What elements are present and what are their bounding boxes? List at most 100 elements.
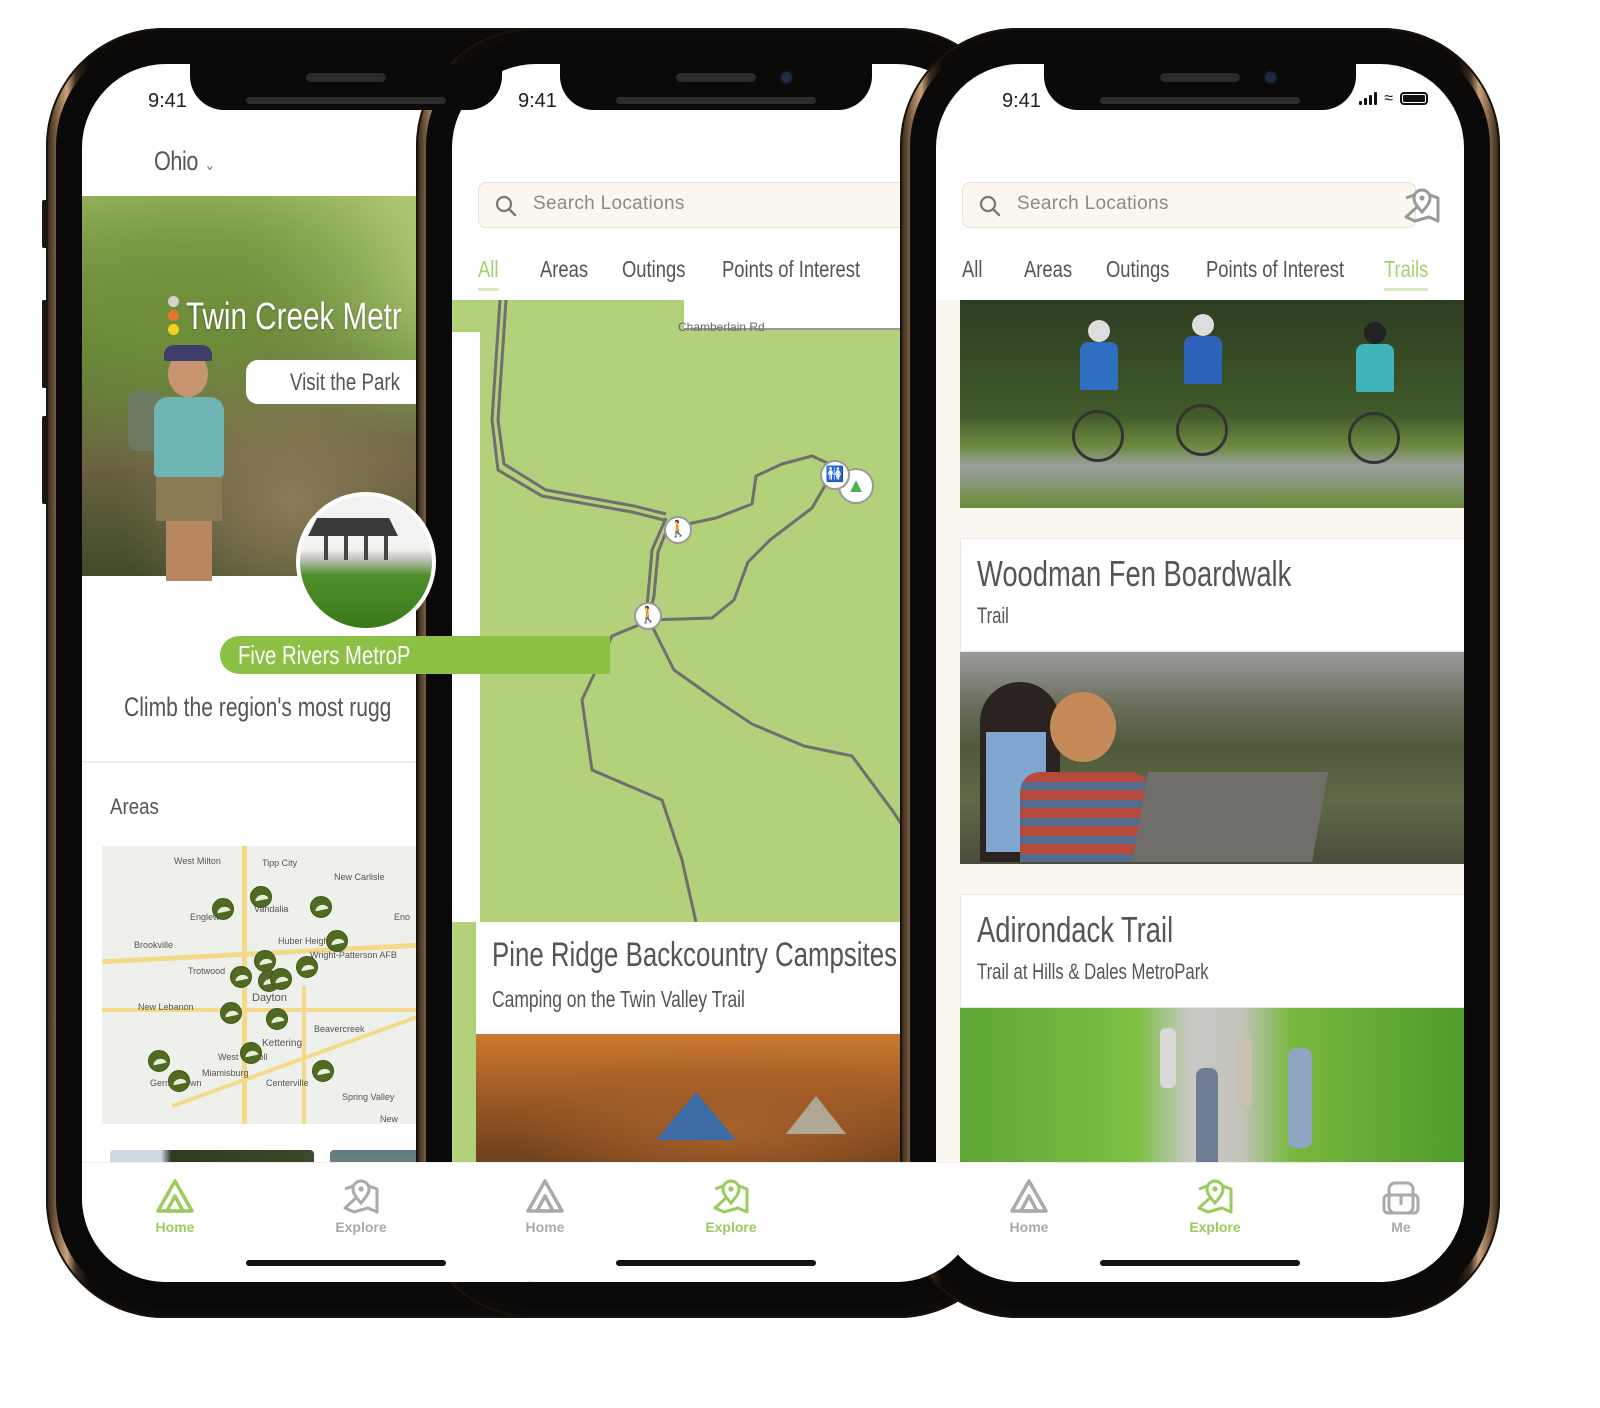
- tab-me[interactable]: Me: [1356, 1177, 1446, 1235]
- cyclists-photo[interactable]: [960, 300, 1464, 508]
- location-subtitle: Camping on the Twin Valley Trail: [492, 986, 745, 1012]
- filter-tab-outings[interactable]: Outings: [622, 256, 685, 283]
- tab-label: Me: [1391, 1219, 1411, 1235]
- visit-park-label: Visit the Park: [290, 369, 400, 396]
- search-placeholder: Search Locations: [1017, 193, 1169, 214]
- park-pin-icon[interactable]: [240, 1042, 262, 1064]
- filter-tab-areas[interactable]: Areas: [540, 256, 588, 283]
- trail-card[interactable]: Adirondack Trail Trail at Hills & Dales …: [960, 894, 1464, 1008]
- park-pin-icon[interactable]: [296, 956, 318, 978]
- filter-tab-trails[interactable]: Trails: [1384, 256, 1429, 291]
- map-label: New Lebanon: [138, 1002, 194, 1012]
- tab-home[interactable]: Home: [130, 1177, 220, 1235]
- map-label: Spring Valley: [342, 1092, 395, 1102]
- home-indicator: [616, 1260, 816, 1266]
- tab-label: Explore: [1189, 1219, 1241, 1235]
- park-pin-icon[interactable]: [326, 930, 348, 952]
- filter-tab-points-of-interest[interactable]: Points of Interest: [1206, 256, 1344, 283]
- trail-title: Adirondack Trail: [977, 909, 1174, 950]
- trail-title: Woodman Fen Boardwalk: [977, 553, 1292, 594]
- tab-label: Explore: [705, 1219, 757, 1235]
- filter-tab-areas[interactable]: Areas: [1024, 256, 1072, 283]
- home-tent-icon: [155, 1177, 195, 1215]
- park-pin-icon[interactable]: [148, 1050, 170, 1072]
- status-time: 9:41: [518, 90, 557, 112]
- map-label: Eno: [394, 912, 411, 922]
- hiker-icon[interactable]: 🚶: [664, 516, 692, 544]
- side-button: [42, 416, 48, 504]
- map-label: Dayton: [252, 992, 287, 1004]
- home-indicator: [1100, 1260, 1300, 1266]
- map-label: Kettering: [262, 1038, 303, 1049]
- filter-tab-points-of-interest[interactable]: Points of Interest: [722, 256, 860, 283]
- side-button: [42, 300, 48, 388]
- park-pin-icon[interactable]: [266, 1008, 288, 1030]
- map-pin-icon: [341, 1177, 381, 1215]
- map-label: Huber Heigh: [278, 936, 329, 946]
- park-pin-icon[interactable]: [168, 1070, 190, 1092]
- chevron-down-icon: ⌄: [204, 157, 215, 174]
- card-accent-bar: [452, 922, 476, 1190]
- hiker-icon[interactable]: 🚶: [634, 602, 662, 630]
- trail-subtitle: Trail: [977, 603, 1009, 628]
- park-pin-icon[interactable]: [312, 1060, 334, 1082]
- search-input[interactable]: Search Locations: [962, 182, 1416, 228]
- home-tent-icon: [1009, 1177, 1049, 1215]
- home-tent-icon: [525, 1177, 565, 1215]
- phone-explore-trails: 9:41 ≈ Search Locations All Areas Outing…: [900, 28, 1500, 1318]
- park-pin-icon[interactable]: [270, 968, 292, 990]
- filter-tab-all[interactable]: All: [962, 256, 982, 283]
- trail-card[interactable]: Woodman Fen Boardwalk Trail: [960, 538, 1464, 652]
- notch: [1044, 64, 1356, 110]
- map-label: Miamisburg: [202, 1068, 249, 1078]
- location-selector[interactable]: Ohio ⌄: [154, 146, 215, 177]
- tab-label: Home: [1009, 1219, 1049, 1235]
- map-label: Wright-Patterson AFB: [310, 950, 397, 960]
- status-icons: ≈: [1359, 90, 1428, 107]
- tab-label: Home: [525, 1219, 565, 1235]
- map-label: West Milton: [174, 856, 221, 866]
- trail-subtitle: Trail at Hills & Dales MetroPark: [977, 959, 1209, 984]
- location-label: Ohio: [154, 146, 199, 176]
- park-pin-icon[interactable]: [310, 896, 332, 918]
- filter-tab-all[interactable]: All: [478, 256, 498, 291]
- boardwalk-photo[interactable]: [960, 652, 1464, 864]
- map-label: Beavercreek: [314, 1024, 365, 1034]
- hero-title: Twin Creek Metr: [186, 296, 402, 338]
- map-pin-icon: [1195, 1177, 1235, 1215]
- tab-label: Explore: [335, 1219, 387, 1235]
- park-pin-icon[interactable]: [220, 1002, 242, 1024]
- location-title: Pine Ridge Backcountry Campsites: [492, 936, 898, 974]
- restroom-icon[interactable]: 🚻: [820, 460, 850, 490]
- search-input[interactable]: Search Locations: [478, 182, 936, 228]
- trail-marker-icon: [166, 296, 180, 342]
- tab-label: Home: [155, 1219, 195, 1235]
- map-view-button[interactable]: [1402, 186, 1442, 224]
- featured-park-pill[interactable]: Five Rivers MetroP: [220, 636, 610, 674]
- tab-explore[interactable]: Explore: [686, 1177, 776, 1235]
- park-pin-icon[interactable]: [250, 886, 272, 908]
- side-button: [42, 200, 48, 248]
- home-indicator: [246, 1260, 446, 1266]
- signal-icon: [1359, 92, 1378, 105]
- tab-home[interactable]: Home: [500, 1177, 590, 1235]
- filter-tab-outings[interactable]: Outings: [1106, 256, 1169, 283]
- hero-hiker-photo: [128, 345, 252, 581]
- status-time: 9:41: [148, 90, 187, 112]
- tab-home[interactable]: Home: [984, 1177, 1074, 1235]
- notch: [560, 64, 872, 110]
- park-pin-icon[interactable]: [254, 950, 276, 972]
- tab-explore[interactable]: Explore: [1170, 1177, 1260, 1235]
- wifi-icon: ≈: [1384, 90, 1393, 107]
- screen: 9:41 ≈ Search Locations All Areas Outing…: [936, 64, 1464, 1282]
- map-pin-icon: [711, 1177, 751, 1215]
- tab-explore[interactable]: Explore: [316, 1177, 406, 1235]
- areas-heading: Areas: [110, 794, 159, 819]
- park-pin-icon[interactable]: [230, 966, 252, 988]
- backpack-icon: [1381, 1177, 1421, 1215]
- battery-icon: [1400, 92, 1428, 105]
- park-pin-icon[interactable]: [212, 898, 234, 920]
- map-label: Centerville: [266, 1078, 309, 1088]
- map-label: Trotwood: [188, 966, 226, 976]
- featured-park-thumbnail[interactable]: [296, 492, 436, 632]
